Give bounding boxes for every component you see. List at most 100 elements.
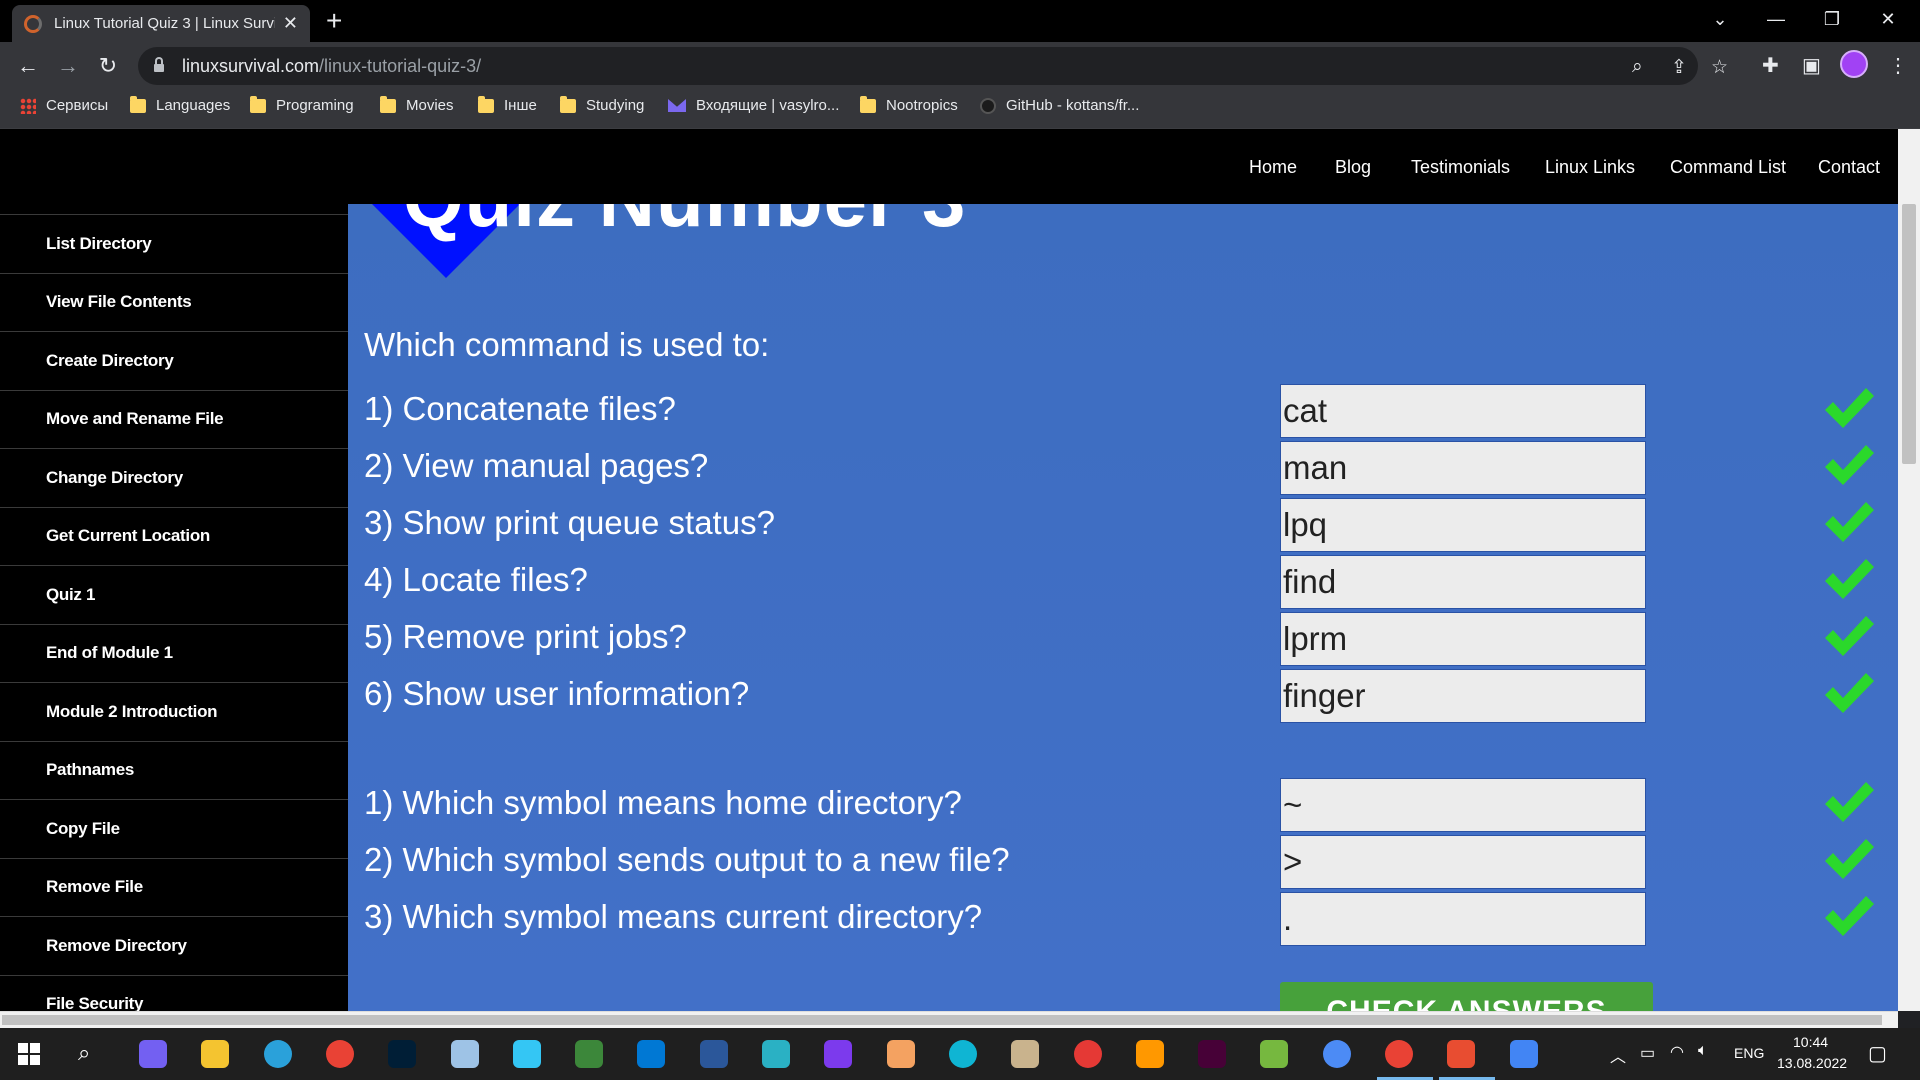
game-icon[interactable]: [1011, 1040, 1040, 1068]
sidebar-item[interactable]: Move and Rename File: [0, 389, 348, 449]
reload-button[interactable]: ↻: [92, 50, 124, 82]
sidebar-item[interactable]: Copy File: [0, 799, 348, 858]
zoom-icon[interactable]: ⌕: [1632, 56, 1643, 78]
site-favicon-icon: [24, 14, 42, 33]
bookmark-item[interactable]: Nootropics: [860, 95, 958, 114]
sidebar-item[interactable]: View File Contents: [0, 272, 348, 332]
bookmark-item[interactable]: Studying: [560, 95, 644, 114]
menu-kebab-icon[interactable]: ⋮: [1888, 53, 1908, 78]
bookmark-item[interactable]: Входящие | vasylro...: [668, 97, 839, 114]
back-button[interactable]: ←: [12, 50, 44, 82]
start-button-icon[interactable]: [18, 1043, 40, 1065]
sidebar-item[interactable]: Remove File: [0, 857, 348, 917]
file-explorer-icon[interactable]: [201, 1040, 230, 1068]
clock-app-icon[interactable]: [762, 1040, 790, 1068]
bookmark-item[interactable]: GitHub - kottans/fr...: [980, 97, 1139, 114]
clock-date[interactable]: 13.08.2022: [1777, 1055, 1847, 1071]
nav-link-command-list[interactable]: Command List: [1670, 157, 1786, 178]
vertical-scroll-thumb[interactable]: [1902, 204, 1916, 464]
notifications-icon[interactable]: ▢: [1868, 1041, 1887, 1066]
bookmark-label: Movies: [406, 97, 454, 114]
chrome-icon[interactable]: [1385, 1040, 1413, 1068]
telegram-icon[interactable]: [263, 1040, 292, 1068]
nav-link-linux-links[interactable]: Linux Links: [1545, 157, 1635, 178]
chrome-icon[interactable]: [325, 1040, 354, 1068]
nav-link-testimonials[interactable]: Testimonials: [1411, 157, 1510, 178]
extensions-icon[interactable]: ✚: [1762, 53, 1779, 78]
question-text: 3) Which symbol means current directory?: [364, 898, 983, 935]
word-icon[interactable]: [699, 1040, 728, 1068]
correct-check-icon: [1823, 671, 1875, 715]
tab-close-icon[interactable]: ✕: [283, 13, 298, 34]
answer-input[interactable]: [1280, 669, 1646, 723]
bookmark-star-icon[interactable]: ☆: [1711, 56, 1728, 79]
obsidian-icon[interactable]: [824, 1040, 853, 1068]
sidebar-item[interactable]: End of Module 1: [0, 623, 348, 683]
vpn-icon[interactable]: [512, 1040, 541, 1068]
answer-input[interactable]: [1280, 441, 1646, 495]
sidebar-item[interactable]: Module 2 Introduction: [0, 682, 348, 741]
sidebar-item[interactable]: Get Current Location: [0, 506, 348, 566]
photoshop-icon[interactable]: [388, 1040, 417, 1068]
paint-icon[interactable]: [450, 1040, 479, 1068]
chat-icon[interactable]: [1322, 1040, 1351, 1068]
answer-input[interactable]: [1280, 892, 1646, 946]
xd-icon[interactable]: [1198, 1040, 1227, 1068]
check-answers-button[interactable]: CHECK ANSWERS: [1280, 982, 1653, 1011]
vertical-scrollbar[interactable]: [1898, 129, 1920, 1011]
active-tab[interactable]: Linux Tutorial Quiz 3 | Linux Survi ✕: [12, 5, 310, 42]
sidebar-item[interactable]: File Security: [0, 974, 348, 1011]
recorder-icon[interactable]: [1073, 1040, 1102, 1068]
sidebar-item[interactable]: Create Directory: [0, 331, 348, 390]
new-tab-button[interactable]: +: [326, 7, 342, 35]
tray-chevron-icon[interactable]: ︿: [1610, 1043, 1626, 1067]
sidebar-item[interactable]: Remove Directory: [0, 916, 348, 975]
vscode-icon[interactable]: [637, 1040, 666, 1068]
address-bar[interactable]: linuxsurvival.com /linux-tutorial-quiz-3…: [138, 47, 1728, 85]
language-indicator[interactable]: ENG: [1734, 1045, 1764, 1061]
clock-time[interactable]: 10:44: [1793, 1034, 1828, 1050]
viber-icon[interactable]: [139, 1040, 167, 1068]
close-window-button[interactable]: ✕: [1860, 0, 1916, 38]
bookmark-item[interactable]: Languages: [130, 95, 230, 114]
sublime-icon[interactable]: [1135, 1040, 1164, 1068]
notes-icon[interactable]: [886, 1040, 915, 1068]
nodejs-icon[interactable]: [575, 1040, 604, 1068]
nav-link-home[interactable]: Home: [1249, 157, 1297, 178]
restore-button[interactable]: ❐: [1804, 0, 1860, 38]
share-icon[interactable]: ⇪: [1671, 56, 1687, 79]
bookmark-item[interactable]: Programing: [250, 95, 354, 114]
battery-icon[interactable]: ▭: [1640, 1043, 1655, 1063]
sidebar-item[interactable]: Change Directory: [0, 448, 348, 507]
tab-search-icon[interactable]: ⌄: [1692, 0, 1748, 38]
answer-input[interactable]: [1280, 835, 1646, 889]
answer-input[interactable]: [1280, 498, 1646, 552]
bookmark-item[interactable]: Сервисы: [20, 97, 108, 114]
search-icon[interactable]: ⌕: [78, 1040, 90, 1066]
horizontal-scrollbar[interactable]: [0, 1011, 1898, 1028]
answer-input[interactable]: [1280, 384, 1646, 438]
answer-input[interactable]: [1280, 778, 1646, 832]
translate-icon[interactable]: [1509, 1040, 1538, 1068]
horizontal-scroll-thumb[interactable]: [2, 1015, 1882, 1025]
sidebar-item[interactable]: Quiz 1: [0, 565, 348, 624]
nav-link-contact[interactable]: Contact: [1818, 157, 1880, 178]
answer-input[interactable]: [1280, 555, 1646, 609]
wifi-icon[interactable]: ◠: [1670, 1042, 1684, 1062]
utorrent-icon[interactable]: [1260, 1040, 1289, 1068]
answer-input[interactable]: [1280, 612, 1646, 666]
volume-icon[interactable]: 🔈︎: [1698, 1042, 1708, 1060]
side-panel-icon[interactable]: ▣: [1802, 53, 1821, 78]
git-icon[interactable]: [1447, 1040, 1476, 1068]
bookmark-item[interactable]: Інше: [478, 95, 537, 114]
forward-button[interactable]: →: [52, 50, 84, 82]
github-icon: [980, 97, 996, 114]
nav-link-blog[interactable]: Blog: [1335, 157, 1371, 178]
minimize-button[interactable]: —: [1748, 0, 1804, 38]
bookmark-item[interactable]: Movies: [380, 95, 454, 114]
sidebar-item[interactable]: List Directory: [0, 214, 348, 273]
profile-avatar[interactable]: [1840, 50, 1868, 78]
app-icon[interactable]: [948, 1040, 977, 1068]
bookmark-label: Nootropics: [886, 97, 958, 114]
sidebar-item[interactable]: Pathnames: [0, 740, 348, 800]
